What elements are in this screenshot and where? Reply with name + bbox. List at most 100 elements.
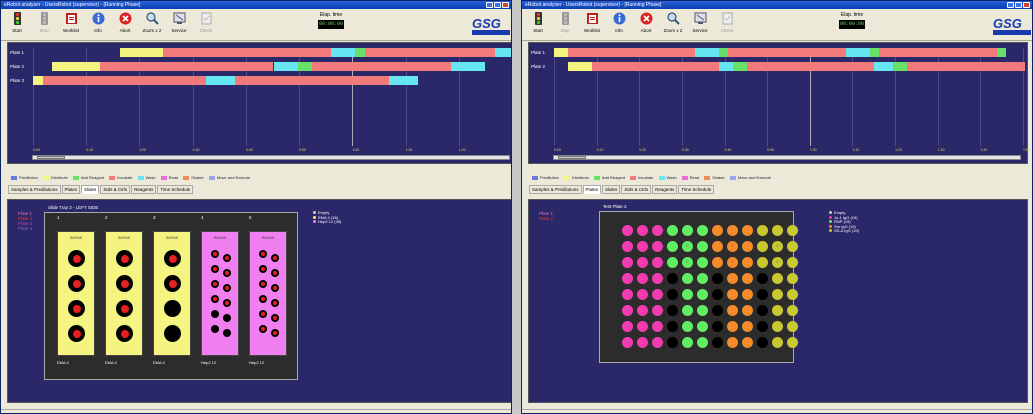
worklist-button[interactable]: Worklist xyxy=(59,11,83,37)
close-button[interactable] xyxy=(502,2,509,8)
close-button[interactable] xyxy=(1023,2,1030,8)
plate-well[interactable] xyxy=(667,337,678,348)
plate-well[interactable] xyxy=(697,321,708,332)
plate-well[interactable] xyxy=(742,273,753,284)
plate-well[interactable]: C xyxy=(682,241,693,252)
minimize-button[interactable] xyxy=(1007,2,1014,8)
plate-well[interactable] xyxy=(727,337,738,348)
plate-well[interactable] xyxy=(682,225,693,236)
slide[interactable]: INOVA xyxy=(201,231,239,356)
plate-well[interactable] xyxy=(757,337,768,348)
plate-well[interactable] xyxy=(667,289,678,300)
plate-well[interactable] xyxy=(622,225,633,236)
service-button[interactable]: Service xyxy=(688,11,712,37)
tab-plates[interactable]: Plates xyxy=(61,185,81,194)
plate-well[interactable] xyxy=(652,321,663,332)
plate-well[interactable] xyxy=(637,289,648,300)
plate-well[interactable] xyxy=(637,257,648,268)
plate-well[interactable] xyxy=(712,273,723,284)
zoom-x-2-button[interactable]: Zoom x 2 xyxy=(661,11,685,37)
plate-well[interactable] xyxy=(682,289,693,300)
plate-well[interactable] xyxy=(757,305,768,316)
plate-well[interactable] xyxy=(727,321,738,332)
start-button[interactable]: Start xyxy=(5,11,29,37)
plate-well[interactable] xyxy=(622,257,633,268)
plate-well[interactable] xyxy=(637,273,648,284)
plate-well[interactable] xyxy=(682,321,693,332)
tab-samples-predilutions[interactable]: Samples & Predilutions xyxy=(529,185,582,194)
plate-well[interactable]: C xyxy=(727,257,738,268)
start-button[interactable]: Start xyxy=(526,11,550,37)
plate-well[interactable] xyxy=(742,241,753,252)
maximize-button[interactable] xyxy=(1015,2,1022,8)
abort-button[interactable]: Abort xyxy=(634,11,658,37)
plate-well[interactable] xyxy=(697,289,708,300)
plate-well[interactable] xyxy=(787,257,798,268)
plate-well[interactable] xyxy=(757,321,768,332)
plate-well[interactable] xyxy=(757,241,768,252)
plate-well[interactable] xyxy=(652,225,663,236)
slide[interactable]: INOVA xyxy=(249,231,287,356)
plate-well[interactable] xyxy=(637,305,648,316)
plate-well[interactable]: C xyxy=(727,241,738,252)
plate-well[interactable] xyxy=(667,305,678,316)
plate-well[interactable] xyxy=(682,273,693,284)
plate-well[interactable] xyxy=(727,305,738,316)
plate-well[interactable] xyxy=(712,321,723,332)
plate-well[interactable] xyxy=(712,305,723,316)
plate-well[interactable] xyxy=(712,257,723,268)
plate-list-item[interactable]: Plate 4 xyxy=(18,226,32,231)
plate-well[interactable] xyxy=(637,321,648,332)
plate-well[interactable] xyxy=(667,225,678,236)
tab-time-schedule[interactable]: Time Schedule xyxy=(157,185,194,194)
plate-well[interactable] xyxy=(712,225,723,236)
scroll-thumb[interactable] xyxy=(558,156,586,159)
plate-well[interactable] xyxy=(787,305,798,316)
plate-well[interactable] xyxy=(622,321,633,332)
plate-well[interactable] xyxy=(772,289,783,300)
plate-well[interactable] xyxy=(667,257,678,268)
slide[interactable]: INOVA xyxy=(105,231,143,356)
minimize-button[interactable] xyxy=(486,2,493,8)
info-button[interactable]: Info xyxy=(607,11,631,37)
plate-well[interactable] xyxy=(667,241,678,252)
info-button[interactable]: Info xyxy=(86,11,110,37)
plate-list-item[interactable]: Plate 2 xyxy=(539,216,553,221)
plate-well[interactable] xyxy=(697,273,708,284)
plate-well[interactable] xyxy=(742,257,753,268)
tab-stds-ctrls[interactable]: Stds & Ctrls xyxy=(100,185,131,194)
plate-well[interactable] xyxy=(772,321,783,332)
plate-well[interactable] xyxy=(712,241,723,252)
plate-well[interactable] xyxy=(697,257,708,268)
tab-stds-ctrls[interactable]: Stds & Ctrls xyxy=(621,185,652,194)
plate-well[interactable] xyxy=(787,337,798,348)
plate-well[interactable] xyxy=(652,289,663,300)
gantt-scrollbar[interactable] xyxy=(32,155,510,160)
plate-well[interactable] xyxy=(712,337,723,348)
plate-well[interactable] xyxy=(742,225,753,236)
plate-well[interactable] xyxy=(637,337,648,348)
plate-well[interactable] xyxy=(787,273,798,284)
plate-well[interactable] xyxy=(622,273,633,284)
tab-reagents[interactable]: Reagents xyxy=(652,185,678,194)
plate-well[interactable] xyxy=(757,289,768,300)
plate-well[interactable] xyxy=(772,273,783,284)
plate-well[interactable] xyxy=(757,225,768,236)
slide[interactable]: INOVA xyxy=(57,231,95,356)
plate-well[interactable] xyxy=(652,241,663,252)
plate-well[interactable] xyxy=(742,289,753,300)
plate-well[interactable] xyxy=(697,305,708,316)
gantt-scrollbar[interactable] xyxy=(553,155,1021,160)
plate-well[interactable] xyxy=(637,241,648,252)
plate-well[interactable] xyxy=(742,337,753,348)
plate-well[interactable]: C xyxy=(682,257,693,268)
plate-well[interactable] xyxy=(682,337,693,348)
maximize-button[interactable] xyxy=(494,2,501,8)
plate-well[interactable] xyxy=(622,305,633,316)
plate-well[interactable] xyxy=(772,225,783,236)
plate-well[interactable] xyxy=(787,321,798,332)
tab-samples-predilutions[interactable]: Samples & Predilutions xyxy=(8,185,61,194)
plate-well[interactable] xyxy=(652,257,663,268)
worklist-button[interactable]: Worklist xyxy=(580,11,604,37)
abort-button[interactable]: Abort xyxy=(113,11,137,37)
